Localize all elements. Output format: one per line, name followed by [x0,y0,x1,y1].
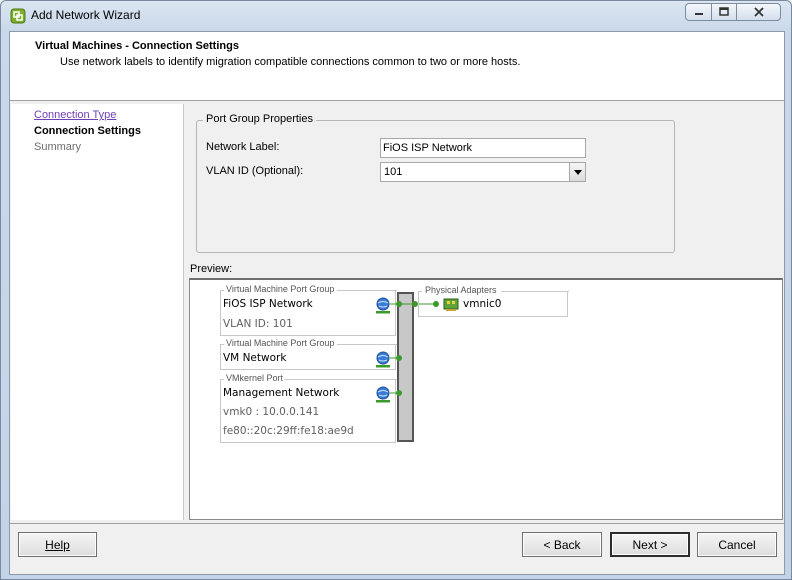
step-summary: Summary [34,141,82,153]
globe-network-icon [376,351,390,368]
wizard-client-area: Virtual Machines - Connection Settings U… [9,31,785,575]
help-button-label: Help [45,537,70,552]
step-connection-type[interactable]: Connection Type [34,109,116,121]
port-group-caption: Virtual Machine Port Group [225,284,336,294]
group-legend: Port Group Properties [203,113,316,125]
vlan-id-value: 101 [384,166,403,178]
title-bar[interactable]: Add Network Wizard [1,1,791,31]
vmkernel-ip: vmk0 : 10.0.0.141 [223,406,320,418]
close-icon [753,7,764,17]
minimize-icon [694,13,703,15]
maximize-icon [719,7,729,16]
dropdown-arrow-icon[interactable] [569,163,585,181]
help-button[interactable]: Help [18,532,97,557]
minimize-button[interactable] [685,3,712,21]
globe-network-icon [376,386,390,403]
network-label-caption: Network Label: [206,141,280,153]
wizard-header: Virtual Machines - Connection Settings U… [10,32,784,101]
physical-adapters-caption: Physical Adapters [424,285,498,295]
physical-adapters-group: Physical Adapters vmnic0 [418,285,569,317]
cancel-button-label: Cancel [718,537,756,552]
next-button[interactable]: Next > [610,532,690,557]
port-group-management[interactable]: VMkernel Port Management Network vmk0 : … [220,373,397,443]
port-group-fios[interactable]: Virtual Machine Port Group FiOS ISP Netw… [220,284,397,336]
preview-label: Preview: [190,263,233,275]
globe-network-icon [376,297,390,314]
nic-card-icon [443,298,459,311]
back-button-label: < Back [543,537,581,552]
port-group-name: FiOS ISP Network [223,298,313,310]
page-title: Virtual Machines - Connection Settings [35,40,239,52]
back-button[interactable]: < Back [522,532,602,557]
adapter-name[interactable]: vmnic0 [463,298,501,310]
port-group-vm-network[interactable]: Virtual Machine Port Group VM Network [220,338,397,370]
network-wizard-icon [10,8,26,24]
vlan-id-select[interactable]: 101 [380,162,586,182]
network-label-input[interactable] [380,138,586,158]
vlan-id-caption: VLAN ID (Optional): [206,165,304,177]
port-group-caption: VMkernel Port [225,373,285,383]
port-group-name: Management Network [223,387,340,399]
vmkernel-ipv6: fe80::20c:29ff:fe18:ae9d [223,425,354,437]
port-group-vlan: VLAN ID: 101 [223,318,293,330]
preview-diagram: Virtual Machine Port Group FiOS ISP Netw… [189,278,783,520]
step-connection-settings: Connection Settings [34,125,141,137]
close-button[interactable] [736,3,781,21]
maximize-button[interactable] [711,3,737,21]
next-button-label: Next > [632,537,668,552]
page-description: Use network labels to identify migration… [60,56,521,68]
window-title: Add Network Wizard [31,8,141,22]
wizard-steps-panel: Connection Type Connection Settings Summ… [11,104,184,520]
cancel-button[interactable]: Cancel [697,532,777,557]
add-network-wizard-window: Add Network Wizard Virtual Machines - Co… [0,0,792,580]
footer-divider [10,523,784,524]
port-group-caption: Virtual Machine Port Group [225,338,336,348]
port-group-name: VM Network [223,352,287,364]
